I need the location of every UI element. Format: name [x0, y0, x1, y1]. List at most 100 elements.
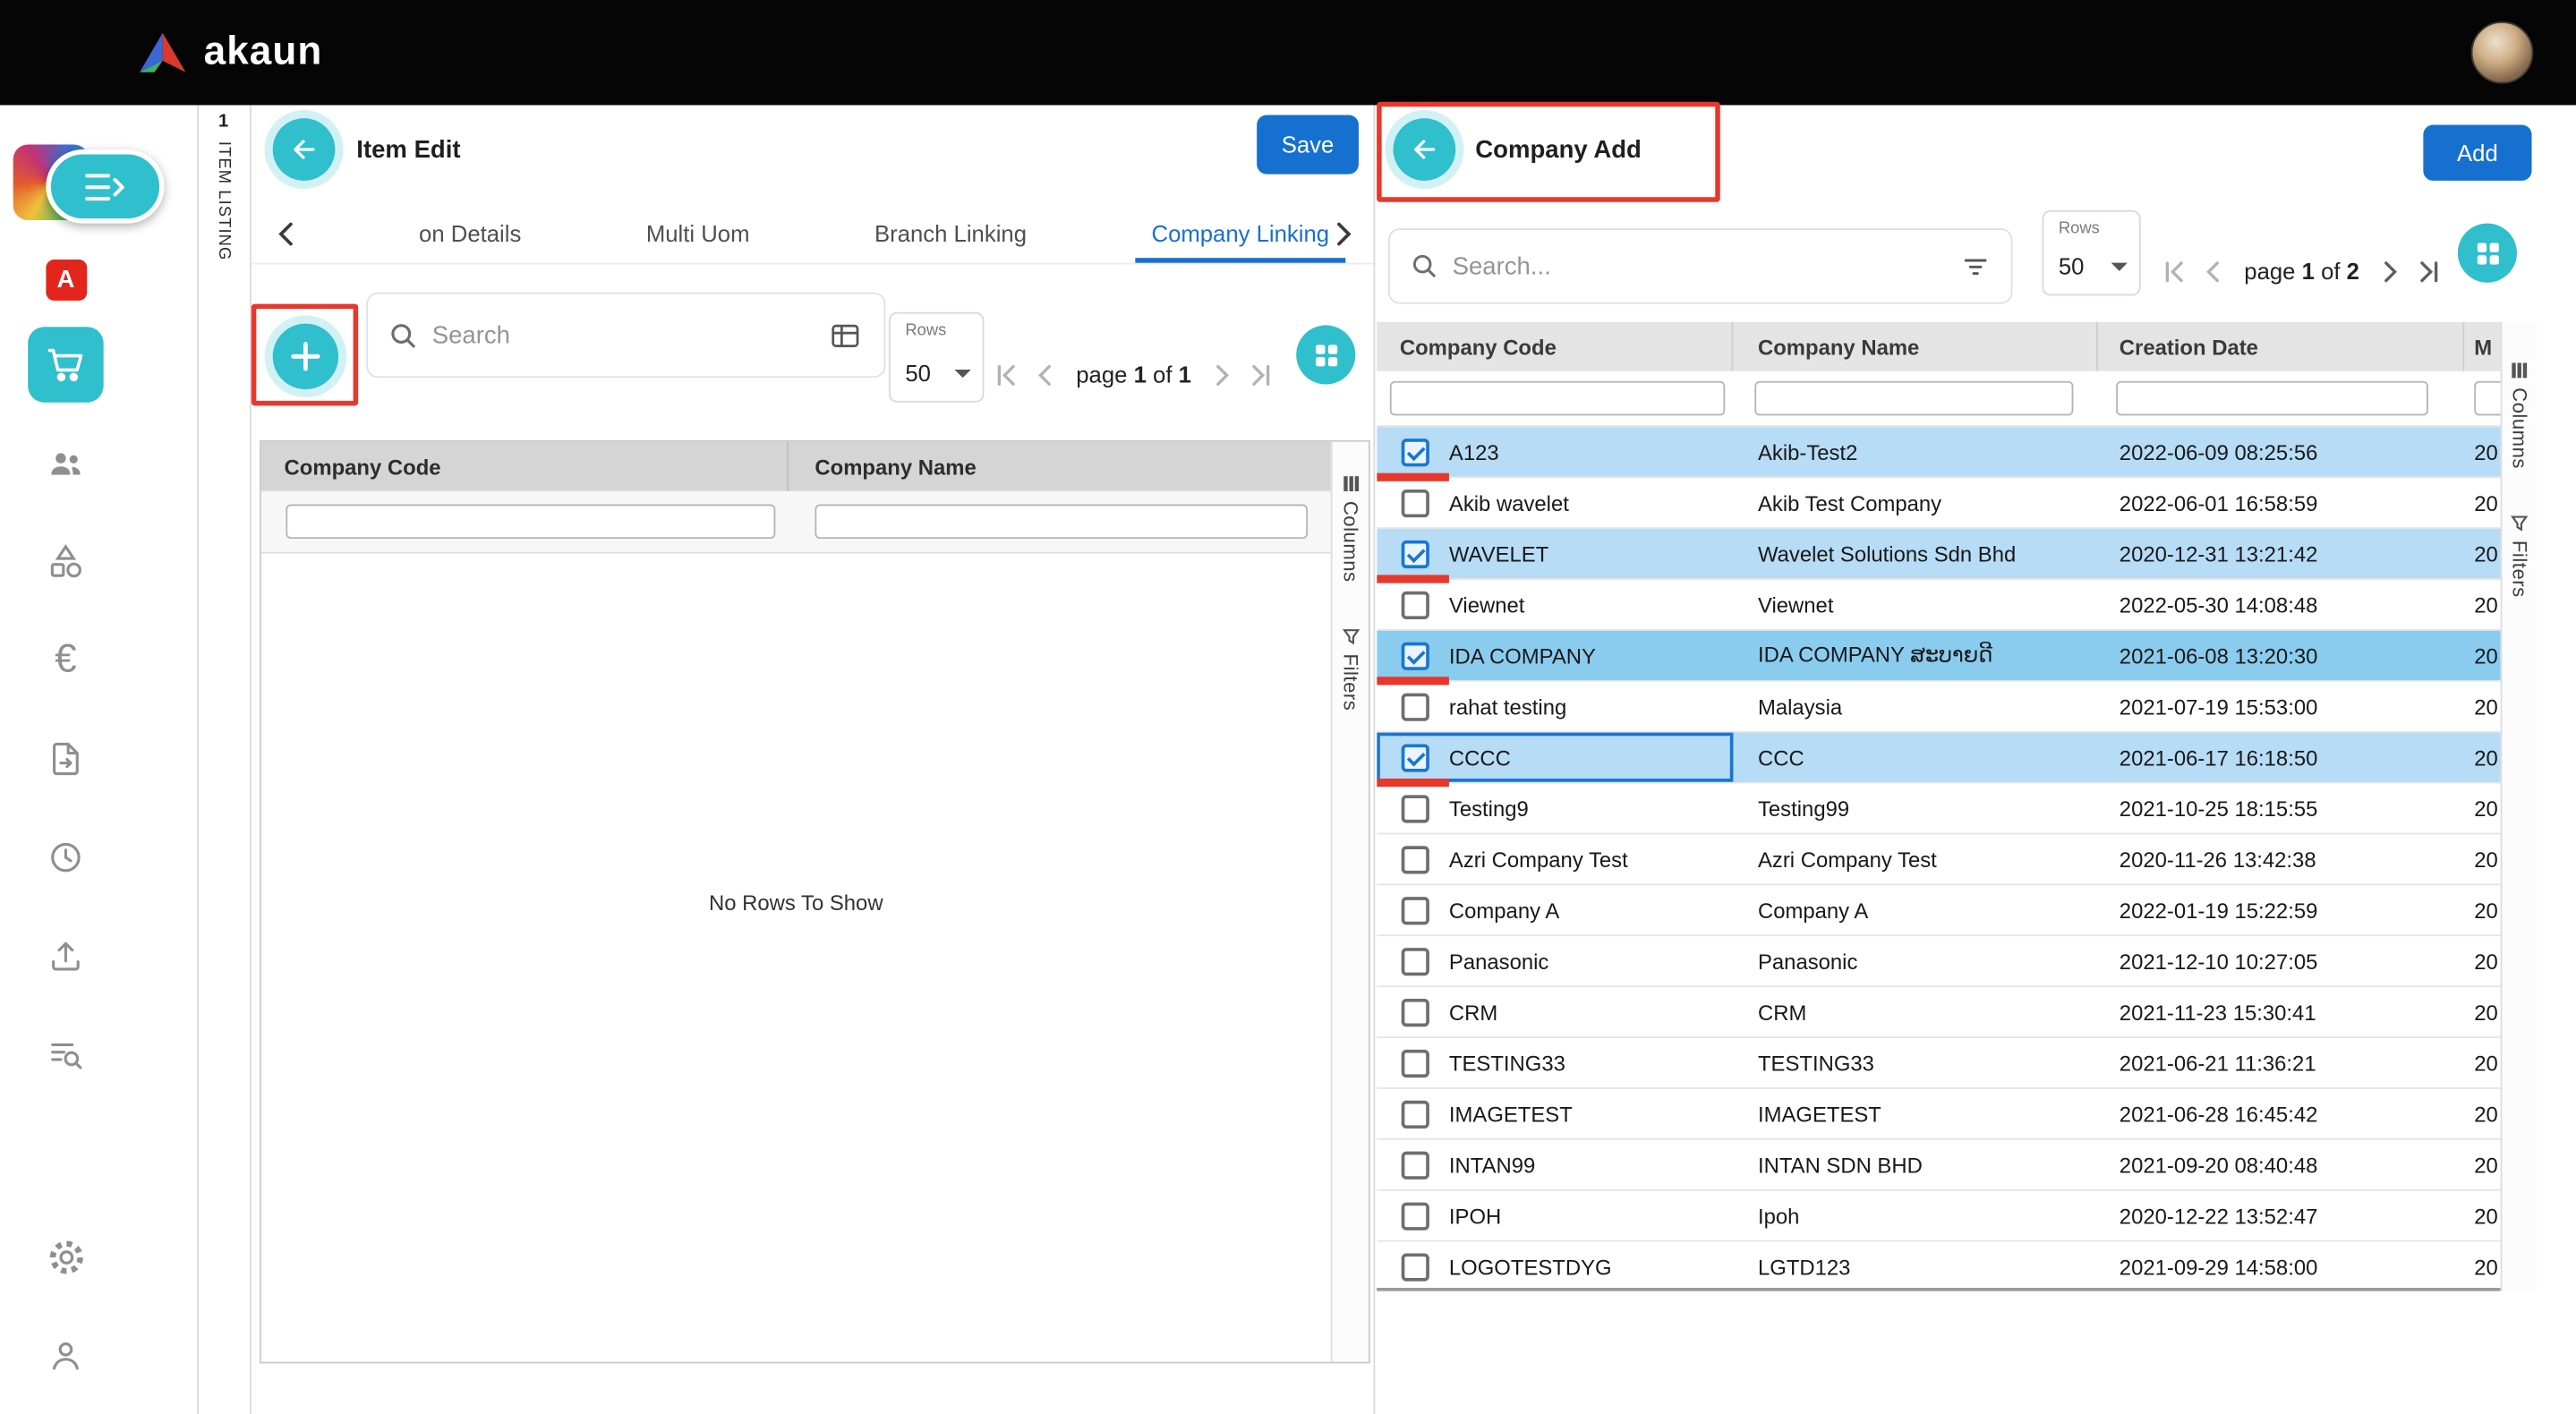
row-checkbox[interactable] [1402, 642, 1429, 669]
filter-list-icon[interactable] [1960, 251, 1992, 282]
creation-date-cell: 2021-06-08 13:20:30 [2120, 643, 2318, 669]
sidebar-item-finance[interactable]: € [0, 641, 132, 680]
row-checkbox[interactable] [1402, 896, 1429, 924]
row-checkbox[interactable] [1402, 794, 1429, 822]
sidebar-item-history[interactable] [0, 838, 132, 877]
table-row[interactable]: Company A Company A 2022-01-19 15:22:59 … [1377, 885, 2500, 936]
sidebar-item-audit-search[interactable] [0, 1035, 132, 1074]
tabs-scroll-right-icon[interactable] [1335, 221, 1352, 246]
sidebar-item-categories[interactable] [0, 542, 132, 582]
row-checkbox[interactable] [1402, 438, 1429, 465]
grid-view-button[interactable] [1296, 325, 1355, 384]
rows-per-page-select[interactable]: Rows 50 [2043, 210, 2141, 295]
page-indicator: page 1 of 1 [1076, 362, 1191, 388]
back-button[interactable] [273, 118, 336, 181]
table-row[interactable]: Akib wavelet Akib Test Company 2022-06-0… [1377, 478, 2500, 529]
next-page-icon[interactable] [2377, 259, 2402, 284]
table-row[interactable]: IMAGETEST IMAGETEST 2021-06-28 16:45:42 … [1377, 1089, 2500, 1140]
sidebar-item-upload[interactable] [0, 936, 132, 975]
table-row[interactable]: IPOH Ipoh 2020-12-22 13:52:47 20 [1377, 1191, 2500, 1242]
save-button[interactable]: Save [1257, 115, 1359, 174]
sidebar-item-file-export[interactable] [0, 739, 132, 779]
filter-input-company-code[interactable] [1390, 381, 1725, 416]
grid-view-button[interactable] [2458, 224, 2517, 283]
table-row[interactable]: IDA COMPANY IDA COMPANY ສະບາຍດີ 2021-06-… [1377, 631, 2500, 682]
column-header-creation-date[interactable]: Creation Date [2098, 322, 2464, 371]
table-row[interactable]: TESTING33 TESTING33 2021-06-21 11:36:21 … [1377, 1038, 2500, 1089]
row-checkbox[interactable] [1402, 693, 1429, 720]
side-tab-filters[interactable]: Filters [1339, 628, 1362, 711]
sidebar-item-settings[interactable] [0, 1237, 132, 1278]
company-name-cell: Malaysia [1758, 694, 1842, 719]
search-icon [389, 321, 417, 349]
tab-company-linking[interactable]: Company Linking [1152, 220, 1330, 246]
tabs-scroll-left-icon[interactable] [277, 221, 294, 246]
filter-input-company-name[interactable] [1754, 381, 2073, 416]
brand-logo[interactable]: akaun [138, 30, 322, 75]
row-checkbox[interactable] [1402, 1151, 1429, 1179]
sidebar-item-pdf[interactable]: A [0, 260, 132, 301]
first-page-icon[interactable] [2162, 259, 2188, 284]
row-checkbox[interactable] [1402, 1049, 1429, 1077]
table-row[interactable]: Azri Company Test Azri Company Test 2020… [1377, 834, 2500, 885]
row-checkbox[interactable] [1402, 1202, 1429, 1230]
row-checkbox[interactable] [1402, 845, 1429, 873]
column-header-company-code[interactable]: Company Code [1377, 322, 1733, 371]
company-name-cell: LGTD123 [1758, 1254, 1850, 1279]
table-row[interactable]: rahat testing Malaysia 2021-07-19 15:53:… [1377, 682, 2500, 733]
search-input[interactable] [432, 321, 828, 349]
column-header-company-name[interactable]: Company Name [789, 442, 1331, 491]
sidebar-item-item-listing[interactable] [0, 327, 132, 402]
tab-details[interactable]: on Details [419, 220, 521, 246]
sidebar-toggle-button[interactable] [46, 149, 164, 224]
add-company-link-button[interactable] [273, 324, 338, 389]
row-checkbox[interactable] [1402, 540, 1429, 567]
table-row[interactable]: INTAN99 INTAN SDN BHD 2021-09-20 08:40:4… [1377, 1140, 2500, 1191]
rows-per-page-select[interactable]: Rows 50 [889, 312, 984, 403]
table-row[interactable]: Testing9 Testing99 2021-10-25 18:15:55 2… [1377, 784, 2500, 835]
table-row[interactable]: Panasonic Panasonic 2021-12-10 10:27:05 … [1377, 936, 2500, 987]
row-checkbox[interactable] [1402, 1100, 1429, 1128]
add-button[interactable]: Add [2423, 124, 2531, 180]
filter-input-company-code[interactable] [286, 504, 775, 539]
table-row[interactable]: WAVELET Wavelet Solutions Sdn Bhd 2020-1… [1377, 529, 2500, 580]
row-checkbox[interactable] [1402, 1253, 1429, 1281]
search-input[interactable] [1453, 252, 1960, 280]
side-tab-columns[interactable]: Columns [2508, 362, 2531, 469]
user-avatar[interactable] [2471, 21, 2534, 84]
company-name-cell: Azri Company Test [1758, 847, 1937, 872]
table-row[interactable]: LOGOTESTDYG LGTD123 2021-09-29 14:58:00 … [1377, 1242, 2500, 1288]
next-page-icon[interactable] [1209, 362, 1234, 388]
filter-input-modified-date[interactable] [2474, 381, 2500, 416]
row-checkbox[interactable] [1402, 744, 1429, 771]
tab-branch-linking[interactable]: Branch Linking [874, 220, 1027, 246]
side-tab-filters[interactable]: Filters [2508, 515, 2531, 598]
column-header-modified-date[interactable]: M [2464, 322, 2500, 371]
row-checkbox[interactable] [1402, 489, 1429, 516]
tab-multi-uom[interactable]: Multi Uom [646, 220, 750, 246]
row-checkbox[interactable] [1402, 591, 1429, 618]
row-checkbox[interactable] [1402, 947, 1429, 975]
filter-input-creation-date[interactable] [2116, 381, 2428, 416]
table-row[interactable]: Viewnet Viewnet 2022-05-30 14:08:48 20 [1377, 580, 2500, 631]
column-header-company-name[interactable]: Company Name [1733, 322, 2097, 371]
last-page-icon[interactable] [1249, 362, 1274, 388]
table-row[interactable]: A123 Akib-Test2 2022-06-09 08:25:56 20 [1377, 427, 2500, 478]
prev-page-icon[interactable] [2202, 259, 2227, 284]
side-tab-columns[interactable]: Columns [1339, 474, 1362, 582]
table-row[interactable]: CRM CRM 2021-11-23 15:30:41 20 [1377, 987, 2500, 1038]
filter-input-company-name[interactable] [815, 504, 1308, 539]
row-checkbox[interactable] [1402, 998, 1429, 1026]
last-page-icon[interactable] [2417, 259, 2442, 284]
table-view-icon[interactable] [828, 318, 863, 353]
sidebar-item-contacts[interactable] [0, 444, 132, 483]
prev-page-icon[interactable] [1034, 362, 1059, 388]
back-button[interactable] [1394, 118, 1456, 181]
search-field[interactable] [366, 293, 885, 378]
first-page-icon[interactable] [994, 362, 1019, 388]
sidebar-item-profile[interactable] [0, 1335, 132, 1375]
tab-item-listing[interactable]: 1 ITEM LISTING [199, 112, 248, 261]
column-header-company-code[interactable]: Company Code [261, 442, 789, 491]
table-row[interactable]: CCCC CCC 2021-06-17 16:18:50 20 [1377, 733, 2500, 784]
search-field[interactable] [1388, 228, 2012, 303]
